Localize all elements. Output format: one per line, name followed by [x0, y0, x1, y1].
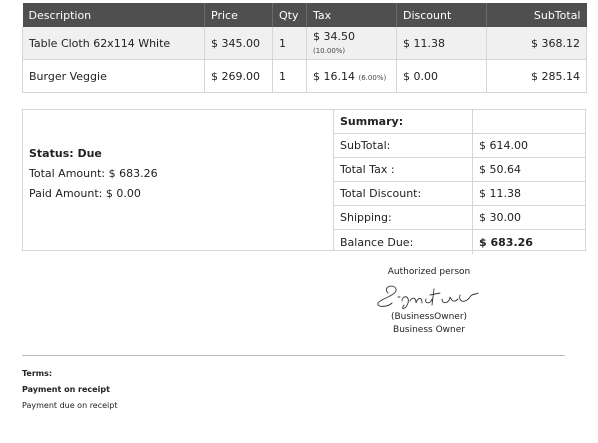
summary-table: Summary: SubTotal: $ 614.00 Total Tax : … [334, 110, 585, 254]
status-panel: Status: Due Total Amount: $ 683.26 Paid … [23, 110, 334, 250]
cell-tax: $ 34.50 (10.00%) [306, 27, 397, 60]
terms-text: Payment due on receipt [22, 401, 118, 410]
summary-value: $ 30.00 [472, 205, 585, 230]
total-amount: Total Amount: $ 683.26 [29, 167, 158, 180]
status-title: Status: Due [29, 147, 102, 160]
cell-discount: $ 0.00 [396, 59, 487, 93]
cell-price: $ 269.00 [204, 59, 273, 93]
signer-role: Business Owner [393, 325, 465, 335]
summary-value: $ 11.38 [472, 181, 585, 206]
tax-percent: (10.00%) [313, 47, 346, 55]
balance-due-label: Balance Due: [334, 229, 473, 254]
cell-tax: $ 16.14 (6.00%) [306, 59, 397, 93]
cell-price: $ 345.00 [204, 27, 273, 60]
tax-amount: $ 16.14 [313, 69, 355, 83]
summary-value: $ 50.64 [472, 157, 585, 182]
signature-block: Authorized person (BusinessOwner) Busine… [372, 266, 486, 337]
tax-amount: $ 34.50 [313, 30, 355, 43]
cell-subtotal: $ 285.14 [486, 59, 587, 93]
summary-row: Total Tax : $ 50.64 [334, 157, 585, 182]
divider [22, 355, 565, 356]
status-summary-box: Status: Due Total Amount: $ 683.26 Paid … [22, 109, 586, 254]
header-discount: Discount [396, 3, 487, 27]
summary-header-blank [472, 110, 585, 134]
header-qty: Qty [272, 3, 307, 27]
summary-row: Shipping: $ 30.00 [334, 205, 585, 230]
terms-section: Terms: Payment on receipt Payment due on… [22, 366, 117, 414]
header-price: Price [204, 3, 273, 27]
summary-value: $ 614.00 [472, 133, 585, 158]
summary-label: Total Tax : [334, 157, 473, 182]
tax-percent: (6.00%) [358, 73, 387, 82]
paid-amount: Paid Amount: $ 0.00 [29, 187, 141, 200]
summary-label: Total Discount: [334, 181, 473, 206]
cell-subtotal: $ 368.12 [486, 27, 587, 60]
signer-name: (BusinessOwner) [390, 312, 468, 322]
header-tax: Tax [306, 3, 397, 27]
signature-image [377, 285, 479, 310]
cell-qty: 1 [272, 27, 307, 60]
cell-description: Table Cloth 62x114 White [22, 27, 205, 60]
summary-row-balance: Balance Due: $ 683.26 [334, 229, 585, 254]
summary-label: SubTotal: [334, 133, 473, 158]
summary-header-row: Summary: [334, 110, 585, 134]
summary-label: Shipping: [334, 205, 473, 230]
cell-discount: $ 11.38 [396, 27, 487, 60]
summary-row: SubTotal: $ 614.00 [334, 133, 585, 158]
summary-title: Summary: [334, 110, 473, 134]
terms-title: Payment on receipt [22, 385, 110, 394]
table-header-row: Description Price Qty Tax Discount SubTo… [22, 3, 587, 27]
header-description: Description [22, 3, 205, 27]
cell-qty: 1 [272, 59, 307, 93]
line-items-table: Description Price Qty Tax Discount SubTo… [22, 3, 587, 93]
terms-heading: Terms: [22, 369, 53, 378]
summary-row: Total Discount: $ 11.38 [334, 181, 585, 206]
summary-panel: Summary: SubTotal: $ 614.00 Total Tax : … [334, 110, 585, 254]
header-subtotal: SubTotal [486, 3, 587, 27]
balance-due-value: $ 683.26 [479, 235, 533, 249]
signature-caption: Authorized person [387, 267, 471, 277]
table-row: Table Cloth 62x114 White $ 345.00 1 $ 34… [22, 27, 587, 60]
table-row: Burger Veggie $ 269.00 1 $ 16.14 (6.00%)… [22, 59, 587, 93]
cell-description: Burger Veggie [22, 59, 205, 93]
